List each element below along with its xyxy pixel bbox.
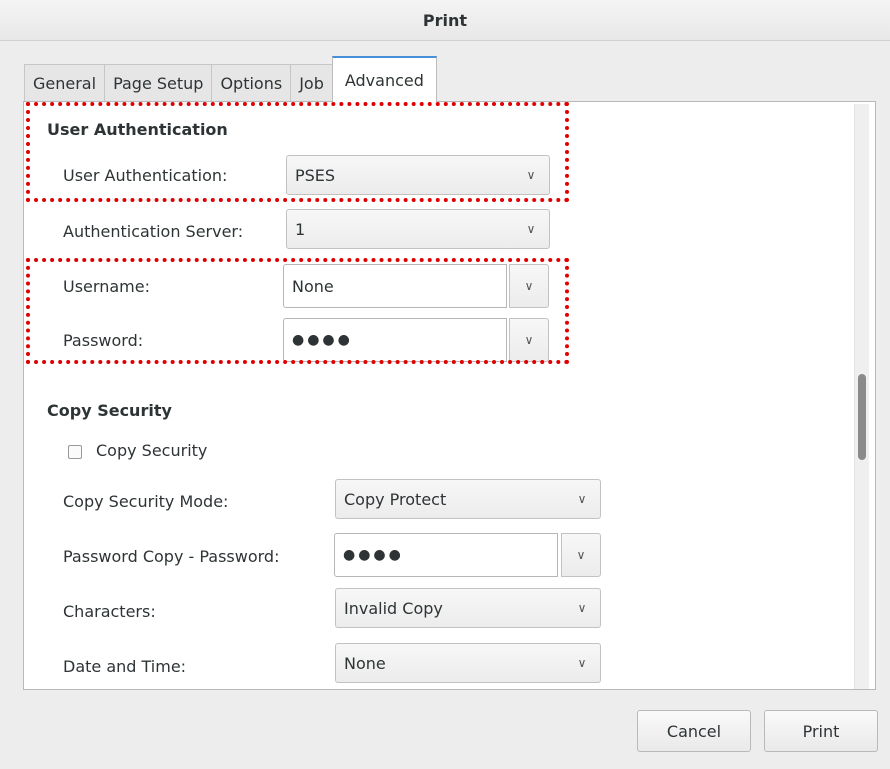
- date-and-time-dropdown[interactable]: None ∨: [335, 643, 601, 683]
- tab-job[interactable]: Job: [290, 64, 333, 102]
- vertical-scrollbar[interactable]: [854, 104, 869, 689]
- copy-security-mode-value: Copy Protect: [344, 489, 447, 509]
- characters-dropdown[interactable]: Invalid Copy ∨: [335, 588, 601, 628]
- date-and-time-value: None: [344, 653, 386, 673]
- password-copy-password-value: ●●●●: [343, 547, 404, 563]
- scrollbar-thumb[interactable]: [858, 374, 866, 460]
- tab-page-setup[interactable]: Page Setup: [104, 64, 213, 102]
- authentication-server-dropdown[interactable]: 1 ∨: [286, 209, 550, 249]
- highlight-box-credentials: [26, 258, 569, 364]
- copy-security-mode-dropdown[interactable]: Copy Protect ∨: [335, 479, 601, 519]
- cancel-button[interactable]: Cancel: [637, 710, 751, 752]
- tab-advanced[interactable]: Advanced: [331, 56, 437, 102]
- chevron-down-icon: ∨: [577, 492, 587, 506]
- characters-label: Characters:: [63, 602, 156, 621]
- print-button[interactable]: Print: [764, 710, 878, 752]
- copy-security-heading: Copy Security: [47, 401, 172, 420]
- chevron-down-icon: ∨: [576, 548, 586, 562]
- highlight-box-user-authentication: [26, 102, 569, 202]
- date-and-time-label: Date and Time:: [63, 657, 187, 676]
- chevron-down-icon: ∨: [577, 601, 587, 615]
- copy-security-checkbox[interactable]: [68, 445, 82, 459]
- chevron-down-icon: ∨: [526, 222, 536, 236]
- copy-security-checkbox-label: Copy Security: [96, 441, 208, 460]
- tab-bar: General Page Setup Options Job Advanced: [24, 56, 437, 102]
- characters-value: Invalid Copy: [344, 598, 443, 618]
- authentication-server-label: Authentication Server:: [63, 222, 244, 241]
- password-copy-password-label: Password Copy - Password:: [63, 547, 280, 566]
- tab-options[interactable]: Options: [211, 64, 292, 102]
- window-titlebar: Print: [0, 0, 890, 41]
- copy-security-mode-label: Copy Security Mode:: [63, 492, 229, 511]
- advanced-panel: User Authentication User Authentication:…: [23, 101, 876, 690]
- chevron-down-icon: ∨: [577, 656, 587, 670]
- window-title: Print: [422, 10, 468, 30]
- password-copy-password-field[interactable]: ●●●●: [334, 533, 558, 577]
- authentication-server-value: 1: [295, 219, 306, 239]
- tab-general[interactable]: General: [24, 64, 106, 102]
- password-copy-dropdown-button[interactable]: ∨: [561, 533, 601, 577]
